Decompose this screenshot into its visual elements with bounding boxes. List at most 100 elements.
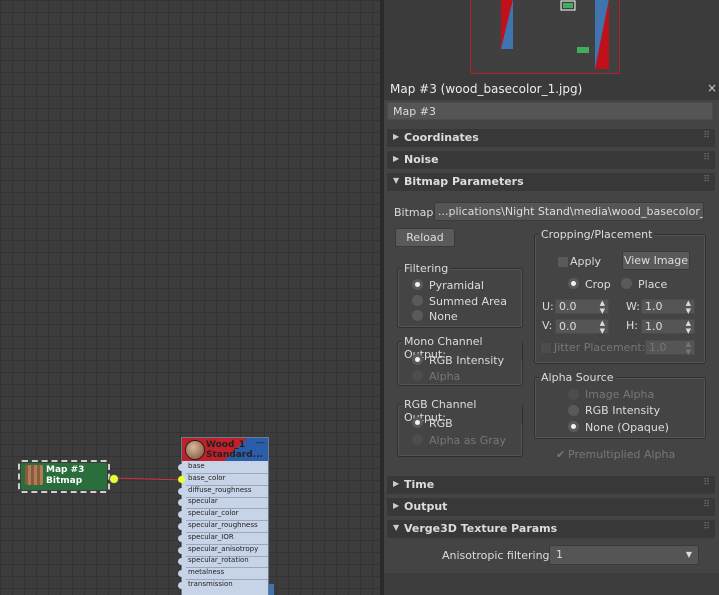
slot-socket-icon[interactable] — [178, 582, 185, 589]
view-image-button[interactable]: View Image — [622, 251, 690, 270]
slot-socket-icon[interactable] — [178, 464, 185, 471]
u-label: U: — [542, 300, 554, 313]
rollout-coordinates[interactable]: ▶ Coordinates ⠿ — [387, 129, 715, 147]
bitmap-node-title: Map #3 — [46, 465, 85, 475]
wood-thumbnail-icon — [185, 440, 205, 460]
slot-socket-icon[interactable] — [178, 511, 185, 519]
slot-socket-icon[interactable] — [178, 475, 185, 483]
material-slot[interactable]: diffuse_roughness — [178, 486, 270, 498]
slot-label: specular_roughness — [188, 521, 258, 529]
grip-icon: ⠿ — [703, 131, 710, 141]
material-slot[interactable]: metalness — [178, 568, 270, 581]
rollout-label: Output — [404, 500, 448, 513]
map-preview — [384, 0, 719, 78]
w-value: 1.0 — [645, 300, 663, 313]
u-spinner[interactable]: 0.0 ▲ ▼ — [555, 299, 609, 315]
material-node[interactable]: Wood_1 Standard... — base base_colordiffu… — [178, 437, 270, 595]
alpha-rgb-intensity-radio[interactable] — [568, 405, 579, 416]
slot-label: metalness — [188, 568, 225, 577]
filtering-none-radio[interactable] — [412, 310, 423, 321]
rollout-arrow-icon: ▼ — [393, 523, 400, 532]
material-slot[interactable]: specular_anisotropy — [178, 545, 270, 557]
grip-icon: ⠿ — [703, 175, 710, 185]
spinner-arrows-icon[interactable]: ▲ ▼ — [686, 299, 691, 315]
material-slot[interactable]: base — [178, 462, 270, 474]
mono-option-label: Alpha — [429, 370, 461, 383]
jitter-label: Jitter Placement: — [554, 341, 646, 354]
rgb-radio[interactable] — [412, 417, 423, 428]
material-slot[interactable]: base_color — [178, 473, 270, 486]
filtering-summed-area-radio[interactable] — [412, 295, 423, 306]
rgb-output-group: RGB Channel Output: — [397, 398, 523, 457]
bitmap-path-button[interactable]: ...plications\Night Stand\media\wood_bas… — [434, 202, 704, 221]
w-spinner[interactable]: 1.0 ▲ ▼ — [641, 299, 695, 315]
v-spinner[interactable]: 0.0 ▲ ▼ — [555, 319, 609, 335]
slot-socket-icon[interactable] — [178, 558, 185, 566]
material-node-title: Wood_1 — [206, 440, 246, 450]
jitter-value: 1.0 — [649, 341, 667, 354]
w-label: W: — [626, 300, 640, 313]
spinner-arrows-icon[interactable]: ▲ ▼ — [600, 299, 605, 315]
place-radio[interactable] — [621, 278, 632, 289]
anisotropic-select[interactable]: 1 ▼ — [549, 545, 699, 565]
map-name-input[interactable] — [387, 102, 713, 120]
mono-rgb-intensity-radio[interactable] — [412, 354, 423, 365]
preview-graphic — [501, 0, 609, 69]
anisotropic-value: 1 — [556, 548, 563, 561]
slot-label: specular_IOR — [188, 532, 234, 541]
material-slot[interactable]: specular_rotation — [178, 556, 270, 569]
slot-socket-icon[interactable] — [178, 534, 185, 542]
rollout-time[interactable]: ▶ Time ⠿ — [387, 476, 715, 494]
cropping-title: Cropping/Placement — [539, 228, 655, 241]
slot-socket-icon[interactable] — [178, 523, 185, 530]
spinner-arrows-icon[interactable]: ▲ ▼ — [600, 319, 605, 335]
filtering-option-label: None — [429, 310, 458, 323]
spinner-arrows-icon[interactable]: ▲ ▼ — [686, 319, 691, 335]
rollout-verge3d[interactable]: ▼ Verge3D Texture Params ⠿ — [387, 520, 715, 538]
none-opaque-radio[interactable] — [568, 421, 579, 432]
material-slot[interactable]: specular_color — [178, 509, 270, 522]
dropdown-arrow-icon: ▼ — [685, 550, 692, 559]
filtering-pyramidal-radio[interactable] — [412, 279, 423, 290]
image-alpha-radio[interactable] — [568, 389, 579, 400]
crop-radio[interactable] — [568, 278, 579, 289]
bitmap-node[interactable]: Map #3 Bitmap — [18, 460, 110, 493]
rollout-bitmap-parameters[interactable]: ▼ Bitmap Parameters ⠿ — [387, 173, 715, 191]
grip-icon: ⠿ — [703, 153, 710, 163]
rollout-noise[interactable]: ▶ Noise ⠿ — [387, 151, 715, 169]
h-spinner[interactable]: 1.0 ▲ ▼ — [641, 319, 695, 335]
rollout-label: Bitmap Parameters — [404, 175, 524, 188]
jitter-checkbox[interactable] — [541, 343, 551, 353]
rollout-label: Coordinates — [404, 131, 479, 144]
slot-socket-icon[interactable] — [178, 570, 185, 578]
premultiplied-check-icon[interactable]: ✔ — [556, 448, 565, 461]
grip-icon: ⠿ — [703, 522, 710, 532]
alpha-source-option-label: RGB Intensity — [585, 404, 661, 417]
slot-socket-icon[interactable] — [178, 487, 185, 495]
jitter-spinner[interactable]: 1.0 ▲ ▼ — [645, 340, 695, 356]
alpha-source-option-label: Image Alpha — [585, 388, 655, 401]
material-slot[interactable]: specular_roughness — [178, 521, 270, 533]
mono-alpha-radio[interactable] — [412, 370, 423, 381]
rollout-output[interactable]: ▶ Output ⠿ — [387, 498, 715, 516]
slot-label: specular_color — [188, 509, 239, 518]
place-label: Place — [638, 278, 668, 291]
alpha-as-gray-radio[interactable] — [412, 434, 423, 445]
rgb-option-label: Alpha as Gray — [429, 434, 507, 447]
slot-label: specular_rotation — [188, 556, 249, 565]
collapse-icon[interactable]: — — [256, 438, 265, 448]
material-slot[interactable]: specular_IOR — [178, 532, 270, 545]
close-icon[interactable]: × — [707, 81, 717, 95]
material-node-header: Wood_1 Standard... — — [182, 438, 268, 461]
reload-button[interactable]: Reload — [395, 228, 455, 247]
slot-label: base — [188, 462, 205, 470]
material-slot[interactable]: specular — [178, 497, 270, 510]
spinner-arrows-icon[interactable]: ▲ ▼ — [686, 340, 691, 356]
apply-checkbox[interactable] — [558, 257, 568, 267]
slot-label: base_color — [188, 473, 226, 482]
material-slot[interactable]: transmission — [178, 580, 270, 591]
node-editor-canvas[interactable]: Map #3 Bitmap Wood_1 Standard... — base b… — [0, 0, 380, 595]
slot-socket-icon[interactable] — [178, 546, 185, 554]
bitmap-output-socket[interactable] — [109, 474, 119, 484]
slot-socket-icon[interactable] — [178, 499, 185, 507]
